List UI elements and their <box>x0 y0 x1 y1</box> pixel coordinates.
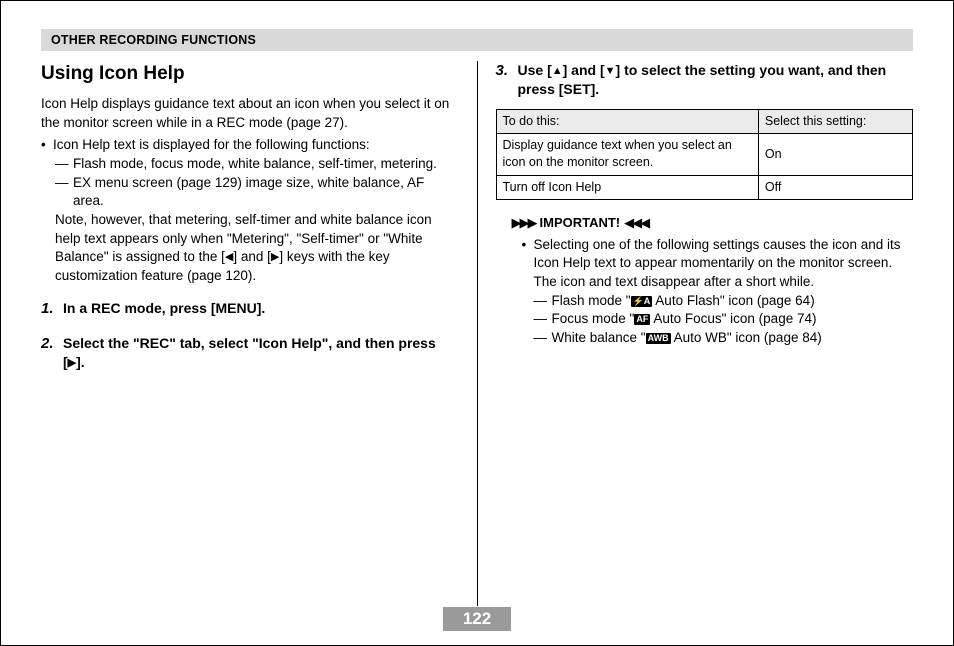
step3-pre: Use [ <box>518 62 552 78</box>
dash-text: White balance "AWB Auto WB" icon (page 8… <box>552 329 914 348</box>
dash-marker: — <box>55 174 73 211</box>
dash-item: — EX menu screen (page 129) image size, … <box>41 174 459 211</box>
step-text: Use [▲] and [▼] to select the setting yo… <box>518 61 914 99</box>
step-text: In a REC mode, press [MENU]. <box>63 299 459 320</box>
d3-post: Auto WB" icon (page 84) <box>671 330 822 345</box>
dash-text: Flash mode "⚡A Auto Flash" icon (page 64… <box>552 292 914 311</box>
table-header: Select this setting: <box>758 109 912 133</box>
table-cell: Turn off Icon Help <box>496 175 758 199</box>
important-dash-item: — Flash mode "⚡A Auto Flash" icon (page … <box>496 292 914 311</box>
bullet-marker: • <box>41 136 53 155</box>
manual-page: OTHER RECORDING FUNCTIONS Using Icon Hel… <box>0 0 954 646</box>
page-number-container: 122 <box>1 607 953 631</box>
note-paragraph: Note, however, that metering, self-timer… <box>41 211 459 286</box>
right-arrows-icon: ▶▶▶ <box>512 214 536 232</box>
bullet-item: • Icon Help text is displayed for the fo… <box>41 136 459 155</box>
step2-pre: Select the "REC" tab, select "Icon Help"… <box>63 335 436 370</box>
d1-post: Auto Flash" icon (page 64) <box>652 293 814 308</box>
step-2: 2. Select the "REC" tab, select "Icon He… <box>41 334 459 372</box>
page-number: 122 <box>443 607 511 631</box>
dash-text: EX menu screen (page 129) image size, wh… <box>73 174 459 211</box>
step-3: 3. Use [▲] and [▼] to select the setting… <box>496 61 914 99</box>
settings-table: To do this: Select this setting: Display… <box>496 109 914 200</box>
right-column: 3. Use [▲] and [▼] to select the setting… <box>478 61 914 606</box>
down-triangle-icon: ▼ <box>605 65 616 77</box>
step-number: 2. <box>41 334 63 372</box>
d2-post: Auto Focus" icon (page 74) <box>650 311 816 326</box>
important-dash-item: — Focus mode "AF Auto Focus" icon (page … <box>496 310 914 329</box>
table-row: Turn off Icon Help Off <box>496 175 913 199</box>
flash-auto-icon: ⚡A <box>631 296 653 307</box>
d1-pre: Flash mode " <box>552 293 631 308</box>
bullet-text: Selecting one of the following settings … <box>534 236 914 292</box>
step-number: 3. <box>496 61 518 99</box>
up-triangle-icon: ▲ <box>552 65 563 77</box>
dash-marker: — <box>534 292 552 311</box>
left-arrows-icon: ◀◀◀ <box>624 214 648 232</box>
note-text-mid: ] and [ <box>233 249 271 264</box>
dash-marker: — <box>534 310 552 329</box>
dash-marker: — <box>55 155 73 174</box>
important-label: IMPORTANT! <box>540 214 621 232</box>
auto-wb-icon: AWB <box>646 333 671 344</box>
left-column: Using Icon Help Icon Help displays guida… <box>41 61 477 606</box>
page-title: Using Icon Help <box>41 61 459 87</box>
table-cell: Display guidance text when you select an… <box>496 134 758 176</box>
step-number: 1. <box>41 299 63 320</box>
dash-text: Focus mode "AF Auto Focus" icon (page 74… <box>552 310 914 329</box>
two-column-layout: Using Icon Help Icon Help displays guida… <box>41 61 913 606</box>
bullet-marker: • <box>522 236 534 292</box>
important-heading: ▶▶▶ IMPORTANT! ◀◀◀ <box>496 214 914 232</box>
step3-mid: ] and [ <box>563 62 605 78</box>
dash-text: Flash mode, focus mode, white balance, s… <box>73 155 459 174</box>
dash-item: — Flash mode, focus mode, white balance,… <box>41 155 459 174</box>
right-triangle-icon: ▶ <box>68 357 76 369</box>
section-header: OTHER RECORDING FUNCTIONS <box>41 29 913 51</box>
step2-post: ]. <box>76 354 85 370</box>
table-header: To do this: <box>496 109 758 133</box>
auto-focus-icon: AF <box>634 314 650 325</box>
table-row: Display guidance text when you select an… <box>496 134 913 176</box>
important-dash-item: — White balance "AWB Auto WB" icon (page… <box>496 329 914 348</box>
table-cell: Off <box>758 175 912 199</box>
bullet-text: Icon Help text is displayed for the foll… <box>53 136 459 155</box>
d2-pre: Focus mode " <box>552 311 635 326</box>
intro-paragraph: Icon Help displays guidance text about a… <box>41 95 459 132</box>
important-bullet: • Selecting one of the following setting… <box>496 236 914 292</box>
table-cell: On <box>758 134 912 176</box>
d3-pre: White balance " <box>552 330 646 345</box>
step-text: Select the "REC" tab, select "Icon Help"… <box>63 334 459 372</box>
table-header-row: To do this: Select this setting: <box>496 109 913 133</box>
step-1: 1. In a REC mode, press [MENU]. <box>41 299 459 320</box>
dash-marker: — <box>534 329 552 348</box>
